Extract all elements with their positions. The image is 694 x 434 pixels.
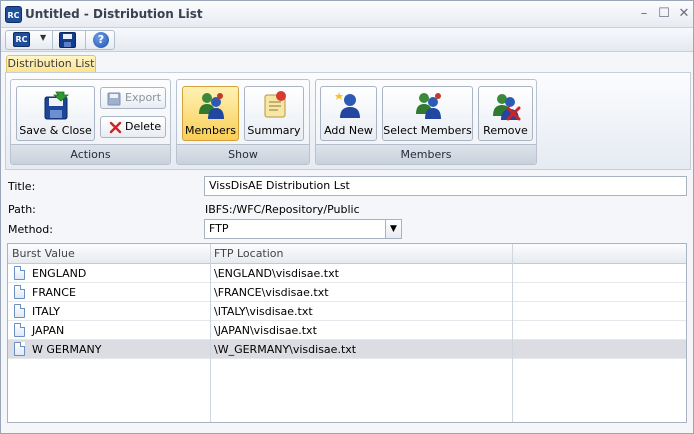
burst-value-cell: JAPAN: [32, 324, 65, 337]
app-menu-button[interactable]: RC: [13, 32, 30, 47]
burst-value-cell: ITALY: [32, 305, 61, 318]
method-label: Method:: [8, 223, 53, 236]
column-divider: [512, 244, 513, 422]
table-row[interactable]: ITALY \ITALY\visdisae.txt: [8, 302, 686, 321]
save-close-label: Save & Close: [19, 124, 92, 137]
save-icon[interactable]: [59, 32, 76, 48]
members-view-label: Members: [185, 124, 236, 137]
document-icon: [14, 323, 25, 337]
burst-values-grid: Burst Value FTP Location ENGLAND \ENGLAN…: [7, 243, 687, 423]
select-members-button[interactable]: Select Members: [382, 86, 473, 141]
toolbar-divider: [85, 31, 86, 49]
grid-header: Burst Value FTP Location: [8, 244, 686, 264]
burst-value-cell: W GERMANY: [32, 343, 102, 356]
window-title: Untitled - Distribution List: [25, 7, 203, 21]
select-members-icon: [416, 93, 441, 119]
save-close-button[interactable]: Save & Close: [16, 86, 95, 141]
ftp-location-cell: \ITALY\visdisae.txt: [214, 305, 313, 318]
title-input[interactable]: VissDisAE Distribution Lst: [204, 176, 687, 196]
export-label: Export: [125, 91, 162, 104]
column-header-burst-value[interactable]: Burst Value: [8, 244, 210, 264]
document-icon: [14, 342, 25, 356]
summary-icon: [264, 91, 286, 118]
path-label: Path:: [8, 203, 36, 216]
maximize-button[interactable]: ☐: [657, 7, 671, 21]
table-row[interactable]: ENGLAND \ENGLAND\visdisae.txt: [8, 264, 686, 283]
remove-person-icon: [493, 94, 521, 121]
remove-label: Remove: [483, 124, 528, 137]
summary-label: Summary: [247, 124, 301, 137]
document-icon: [14, 304, 25, 318]
group-label-show: Show: [177, 144, 309, 164]
ftp-location-cell: \JAPAN\visdisae.txt: [214, 324, 317, 337]
summary-button[interactable]: Summary: [244, 86, 304, 141]
group-label-actions: Actions: [11, 144, 170, 164]
close-button[interactable]: ✕: [677, 7, 691, 21]
select-members-label: Select Members: [383, 124, 472, 137]
burst-value-cell: FRANCE: [32, 286, 76, 299]
ftp-location-cell: \FRANCE\visdisae.txt: [214, 286, 329, 299]
delete-button[interactable]: Delete: [100, 116, 166, 138]
burst-value-cell: ENGLAND: [32, 267, 87, 280]
path-value: IBFS:/WFC/Repository/Public: [205, 203, 360, 216]
column-divider: [210, 244, 211, 422]
chevron-down-icon[interactable]: ▼: [40, 33, 46, 42]
document-icon: [14, 285, 25, 299]
group-label-members: Members: [316, 144, 536, 164]
remove-button[interactable]: Remove: [478, 86, 533, 141]
title-label: Title:: [8, 180, 36, 193]
app-logo-icon: RC: [5, 6, 22, 23]
table-row[interactable]: JAPAN \JAPAN\visdisae.txt: [8, 321, 686, 340]
column-header-ftp-location[interactable]: FTP Location: [210, 244, 512, 264]
table-row-selected[interactable]: W GERMANY \W_GERMANY\visdisae.txt: [8, 340, 686, 359]
table-row[interactable]: FRANCE \FRANCE\visdisae.txt: [8, 283, 686, 302]
add-person-icon: [335, 92, 360, 118]
save-close-icon: [44, 91, 70, 120]
members-view-button[interactable]: Members: [182, 86, 239, 141]
delete-label: Delete: [125, 120, 162, 133]
delete-icon: [109, 121, 122, 134]
export-icon: [107, 92, 121, 106]
ftp-location-cell: \ENGLAND\visdisae.txt: [214, 267, 339, 280]
toolbar-divider: [52, 31, 53, 49]
title-bar: RC Untitled - Distribution List – ☐ ✕: [1, 1, 693, 28]
minimize-button[interactable]: –: [637, 7, 651, 21]
distribution-list-window: RC Untitled - Distribution List – ☐ ✕ RC…: [0, 0, 694, 434]
method-select[interactable]: FTP: [204, 219, 386, 239]
add-new-button[interactable]: Add New: [320, 86, 377, 141]
chevron-down-icon[interactable]: ▼: [385, 219, 402, 239]
document-icon: [14, 266, 25, 280]
help-icon[interactable]: ?: [93, 32, 109, 48]
ftp-location-cell: \W_GERMANY\visdisae.txt: [214, 343, 357, 356]
tab-distribution-list[interactable]: Distribution List: [6, 55, 96, 72]
members-icon: [199, 93, 224, 119]
add-new-label: Add New: [324, 124, 373, 137]
export-button[interactable]: Export: [100, 87, 166, 109]
